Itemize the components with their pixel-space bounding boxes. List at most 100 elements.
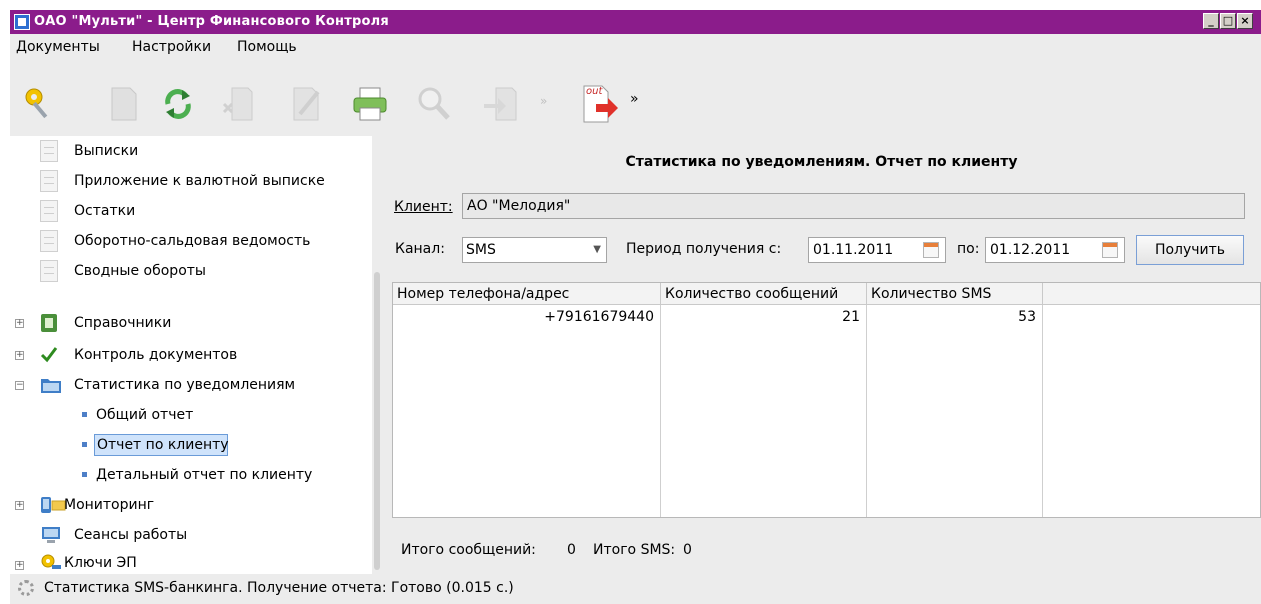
tree-item-label: Сеансы работы bbox=[74, 527, 188, 543]
tree-item-label: Остатки bbox=[74, 203, 136, 219]
import-dropdown-arrow[interactable]: » bbox=[540, 94, 547, 108]
cell-phone: +79161679440 bbox=[544, 309, 654, 325]
tree-item-label: Ключи ЭП bbox=[64, 555, 137, 571]
column-header-phone[interactable]: Номер телефона/адрес bbox=[393, 283, 661, 305]
window-title: ОАО "Мульти" - Центр Финансового Контрол… bbox=[34, 14, 389, 29]
expand-toggle-monitoring[interactable]: + bbox=[15, 501, 24, 510]
document-icon[interactable] bbox=[104, 84, 144, 124]
document-icon bbox=[40, 260, 58, 282]
menu-bar: Документы Настройки Помощь bbox=[10, 34, 1261, 60]
report-title: Статистика по уведомлениям. Отчет по кли… bbox=[625, 154, 1018, 170]
document-icon bbox=[40, 230, 58, 252]
menu-documents[interactable]: Документы bbox=[16, 39, 100, 55]
bullet-icon bbox=[82, 472, 87, 477]
document-icon bbox=[40, 140, 58, 162]
channel-label: Канал: bbox=[395, 241, 445, 257]
total-sms-value: 0 bbox=[683, 542, 692, 558]
tree-item-label: Выписки bbox=[74, 143, 139, 159]
folder-icon bbox=[41, 379, 61, 393]
tree-item-label: Отчет по клиенту bbox=[97, 437, 229, 453]
menu-help[interactable]: Помощь bbox=[237, 39, 297, 55]
bullet-icon bbox=[82, 412, 87, 417]
tree-item-turnover-sheet[interactable]: Оборотно-сальдовая ведомость bbox=[40, 229, 360, 253]
status-bar: Статистика SMS-банкинга. Получение отчет… bbox=[10, 574, 1261, 604]
menu-settings[interactable]: Настройки bbox=[132, 39, 211, 55]
tree-item-sessions[interactable]: Сеансы работы bbox=[40, 523, 360, 547]
tree-item-label: Статистика по уведомлениям bbox=[74, 377, 296, 393]
toolbar-overflow[interactable]: » bbox=[630, 91, 639, 107]
period-label: Период получения с: bbox=[626, 241, 782, 257]
total-messages-value: 0 bbox=[567, 542, 576, 558]
tree-item-label: Сводные обороты bbox=[74, 263, 206, 279]
tree-item-doc-control[interactable]: Контроль документов bbox=[40, 343, 360, 367]
client-field[interactable]: АО "Мелодия" bbox=[462, 193, 1245, 219]
export-badge: out bbox=[586, 86, 603, 97]
channel-select[interactable]: SMS ▼ bbox=[462, 237, 607, 263]
tree-item-directories[interactable]: Справочники bbox=[40, 311, 360, 335]
sidebar-scrollbar[interactable] bbox=[374, 272, 380, 570]
chevron-down-icon[interactable]: ▼ bbox=[593, 238, 601, 262]
tree-item-label: Оборотно-сальдовая ведомость bbox=[74, 233, 311, 249]
refresh-icon[interactable] bbox=[158, 84, 198, 124]
tree-item-label: Справочники bbox=[74, 315, 172, 331]
toolbar: » out » bbox=[10, 60, 1261, 137]
printer-icon[interactable] bbox=[350, 84, 390, 124]
document-icon bbox=[40, 170, 58, 192]
tree-item-currency-appendix[interactable]: Приложение к валютной выписке bbox=[40, 169, 370, 193]
column-header-filler bbox=[1043, 283, 1260, 305]
close-button[interactable]: × bbox=[1237, 13, 1253, 29]
edit-icon[interactable] bbox=[286, 84, 326, 124]
get-report-button[interactable]: Получить bbox=[1136, 235, 1244, 265]
calendar-icon[interactable] bbox=[1102, 242, 1118, 258]
to-label: по: bbox=[957, 241, 980, 257]
column-divider bbox=[866, 305, 867, 517]
title-bar[interactable]: ОАО "Мульти" - Центр Финансового Контрол… bbox=[10, 10, 1261, 34]
tree-item-label: Мониторинг bbox=[64, 497, 155, 513]
tree-item-label: Детальный отчет по клиенту bbox=[96, 467, 313, 483]
expand-toggle-ep-keys[interactable]: + bbox=[15, 561, 24, 570]
tree-item-label: Приложение к валютной выписке bbox=[74, 173, 325, 189]
tree-item-notification-stats[interactable]: Статистика по уведомлениям bbox=[40, 373, 360, 397]
tree-item-general-report[interactable]: Общий отчет bbox=[94, 403, 334, 427]
results-table: Номер телефона/адрес Количество сообщени… bbox=[392, 282, 1261, 518]
expand-toggle-directories[interactable]: + bbox=[15, 319, 24, 328]
app-window: ОАО "Мульти" - Центр Финансового Контрол… bbox=[10, 10, 1261, 604]
tree-item-label: Контроль документов bbox=[74, 347, 238, 363]
bullet-icon bbox=[82, 442, 87, 447]
tree-item-vypiski[interactable]: Выписки bbox=[40, 139, 360, 163]
key-icon bbox=[41, 554, 61, 569]
navigation-tree: Выписки Приложение к валютной выписке Ос… bbox=[10, 136, 372, 574]
column-header-message-count[interactable]: Количество сообщений bbox=[661, 283, 867, 305]
key-icon[interactable] bbox=[20, 84, 60, 124]
total-messages-label: Итого сообщений: bbox=[401, 542, 536, 558]
minimize-button[interactable]: _ bbox=[1203, 13, 1219, 29]
maximize-button[interactable]: □ bbox=[1220, 13, 1236, 29]
total-sms-label: Итого SMS: bbox=[593, 542, 676, 558]
tree-item-monitoring[interactable]: Мониторинг bbox=[40, 493, 360, 517]
document-icon bbox=[40, 200, 58, 222]
column-header-sms-count[interactable]: Количество SMS bbox=[867, 283, 1043, 305]
column-divider bbox=[1042, 305, 1043, 517]
status-text: Статистика SMS-банкинга. Получение отчет… bbox=[44, 580, 514, 596]
date-from-value: 01.11.2011 bbox=[813, 242, 894, 258]
tree-item-summary-turnover[interactable]: Сводные обороты bbox=[40, 259, 360, 283]
app-icon bbox=[14, 14, 30, 30]
checkmark-icon bbox=[40, 347, 58, 363]
calendar-icon[interactable] bbox=[923, 242, 939, 258]
import-icon[interactable] bbox=[482, 84, 522, 124]
search-icon[interactable] bbox=[414, 84, 454, 124]
expand-toggle-doc-control[interactable]: + bbox=[15, 351, 24, 360]
delete-icon[interactable] bbox=[220, 84, 260, 124]
tree-item-detailed-client-report[interactable]: Детальный отчет по клиенту bbox=[94, 463, 354, 487]
date-to-field[interactable]: 01.12.2011 bbox=[985, 237, 1125, 263]
channel-selected-value: SMS bbox=[466, 242, 496, 258]
book-icon bbox=[41, 314, 57, 332]
client-label[interactable]: Клиент: bbox=[394, 199, 453, 215]
collapse-toggle-notifications[interactable]: − bbox=[15, 381, 24, 390]
tree-item-balances[interactable]: Остатки bbox=[40, 199, 360, 223]
monitor-icon bbox=[42, 527, 60, 543]
tree-item-client-report-selected[interactable]: Отчет по клиенту bbox=[94, 434, 229, 456]
cell-message-count: 21 bbox=[842, 309, 860, 325]
date-from-field[interactable]: 01.11.2011 bbox=[808, 237, 946, 263]
tree-item-ep-keys[interactable]: Ключи ЭП bbox=[40, 551, 360, 575]
